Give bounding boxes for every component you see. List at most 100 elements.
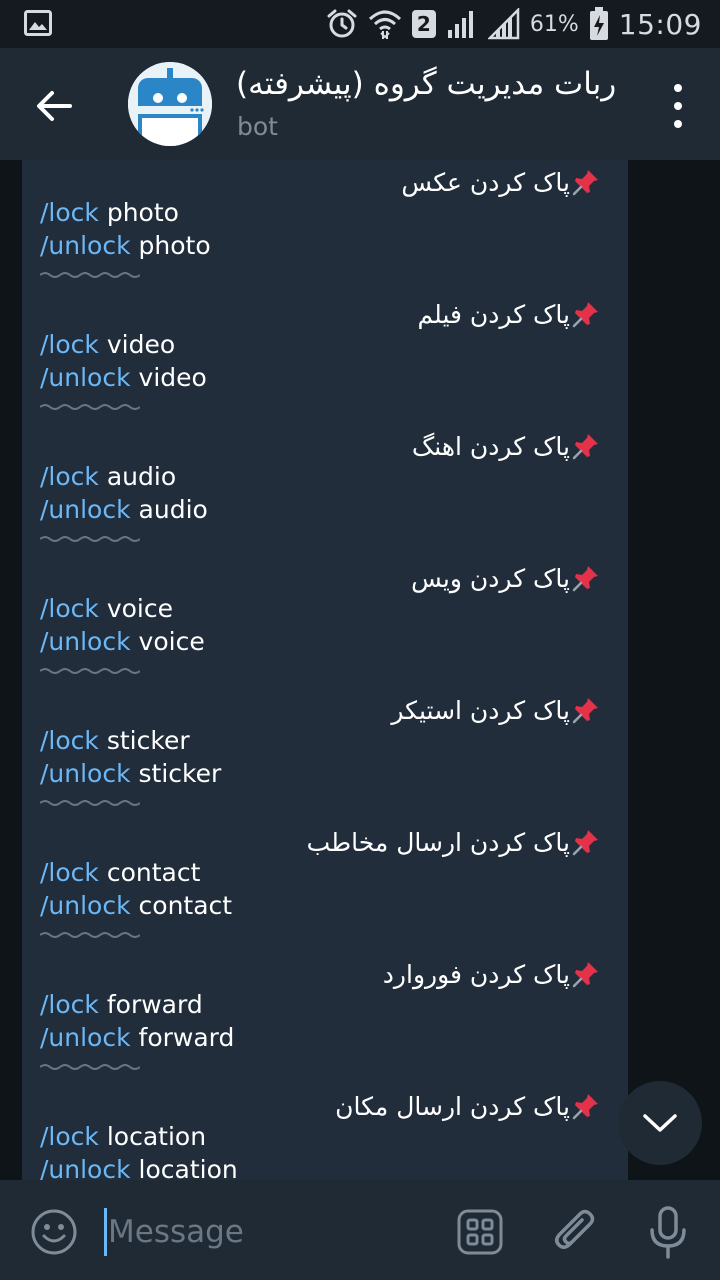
lock-command-link[interactable]: /lock [40,990,99,1019]
command-argument: sticker [138,759,222,788]
chat-title[interactable]: ربات مدیریت گروه (پیشرفته) [236,66,636,102]
command-argument: photo [138,231,211,260]
message-input[interactable] [108,1206,408,1258]
command-section: پاک کردن ویس /lock voice /unlock voice [22,556,628,688]
battery-percentage: 61% [529,11,579,37]
lock-command-line: /lock contact [40,858,200,892]
chat-header: ربات مدیریت گروه (پیشرفته) bot [0,48,720,160]
gallery-notification-icon [24,10,52,36]
section-heading-text: پاک کردن ارسال مخاطب [306,827,570,857]
command-section: پاک کردن استیکر /lock sticker /unlock st… [22,688,628,820]
command-argument: photo [106,198,179,227]
back-button[interactable] [28,80,80,132]
command-argument: audio [138,495,208,524]
lock-command-link[interactable]: /lock [40,594,99,623]
section-heading: پاک کردن عکس [401,164,600,200]
unlock-command-link[interactable]: /unlock [40,891,131,920]
signal-icon-2 [487,8,520,40]
unlock-command-line: /unlock sticker [40,759,221,793]
wavy-divider [40,404,140,410]
section-heading: پاک کردن ویس [411,560,600,596]
unlock-command-link[interactable]: /unlock [40,1023,131,1052]
paperclip-icon[interactable] [552,1206,600,1258]
unlock-command-link[interactable]: /unlock [40,231,131,260]
command-argument: forward [138,1023,235,1052]
unlock-command-link[interactable]: /unlock [40,627,131,656]
wavy-divider [40,668,140,674]
section-heading-text: پاک کردن ویس [411,563,570,593]
section-heading: پاک کردن فوروارد [383,956,600,992]
unlock-command-line: /unlock forward [40,1023,234,1057]
section-heading: پاک کردن ارسال مکان [335,1088,600,1124]
section-heading-text: پاک کردن فیلم [417,299,570,329]
pushpin-icon [572,1094,598,1120]
arrow-back-icon [37,91,72,121]
alarm-icon [327,9,357,38]
command-argument: location [138,1155,238,1180]
section-heading-text: پاک کردن ارسال مکان [335,1091,570,1121]
pushpin-icon [572,566,598,592]
command-argument: contact [106,858,201,887]
scroll-to-bottom-button[interactable] [618,1081,702,1165]
wifi-icon [368,10,401,39]
chat-history[interactable]: پاک کردن عکس /lock photo /unlock photo پ… [0,160,720,1180]
command-section: پاک کردن اهنگ /lock audio /unlock audio [22,424,628,556]
lock-command-line: /lock photo [40,198,179,232]
wavy-divider [40,1064,140,1070]
command-section: پاک کردن ارسال مکان /lock location /unlo… [22,1084,628,1180]
wavy-divider [40,800,140,806]
robot-avatar-icon [128,62,212,146]
command-argument: video [138,363,207,392]
section-heading: پاک کردن استیکر [391,692,600,728]
section-heading: پاک کردن اهنگ [412,428,600,464]
unlock-command-line: /unlock photo [40,231,211,265]
section-heading-text: پاک کردن اهنگ [411,431,570,461]
command-section: پاک کردن فوروارد /lock forward /unlock f… [22,952,628,1084]
section-heading-text: پاک کردن عکس [401,167,570,197]
section-heading-text: پاک کردن فوروارد [382,959,570,989]
chevron-down-icon [643,1114,677,1132]
pushpin-icon [572,434,598,460]
unlock-command-link[interactable]: /unlock [40,363,131,392]
unlock-command-line: /unlock location [40,1155,238,1180]
unlock-command-link[interactable]: /unlock [40,759,131,788]
lock-command-line: /lock video [40,330,175,364]
command-section: پاک کردن ارسال مخاطب /lock contact /unlo… [22,820,628,952]
lock-command-line: /lock sticker [40,726,190,760]
bot-avatar[interactable] [128,62,212,146]
wavy-divider [40,932,140,938]
status-bar: 2 61% 15:09 [0,0,720,48]
menu-dot-icon [674,84,682,92]
lock-command-line: /lock audio [40,462,176,496]
wavy-divider [40,272,140,278]
menu-dot-icon [674,102,682,110]
lock-command-link[interactable]: /lock [40,462,99,491]
lock-command-link[interactable]: /lock [40,1122,99,1151]
section-heading-text: پاک کردن استیکر [391,695,570,725]
emoji-icon[interactable] [30,1208,78,1256]
unlock-command-link[interactable]: /unlock [40,495,131,524]
pushpin-icon [572,698,598,724]
lock-command-line: /lock forward [40,990,203,1024]
command-argument: audio [106,462,177,491]
unlock-command-line: /unlock audio [40,495,208,529]
chat-subtitle: bot [237,112,278,141]
unlock-command-link[interactable]: /unlock [40,1155,131,1180]
lock-command-link[interactable]: /lock [40,198,99,227]
lock-command-link[interactable]: /lock [40,726,99,755]
lock-command-link[interactable]: /lock [40,330,99,359]
microphone-icon[interactable] [646,1206,690,1260]
wavy-divider [40,536,140,542]
more-options-button[interactable] [666,84,690,128]
pushpin-icon [572,170,598,196]
message-bubble[interactable]: پاک کردن عکس /lock photo /unlock photo پ… [22,160,628,1180]
menu-dot-icon [674,120,682,128]
battery-charging-icon [589,7,608,40]
unlock-command-line: /unlock voice [40,627,205,661]
section-heading: پاک کردن ارسال مخاطب [307,824,600,860]
command-section: پاک کردن عکس /lock photo /unlock photo [22,160,628,292]
command-section: پاک کردن فیلم /lock video /unlock video [22,292,628,424]
bot-keyboard-icon[interactable] [456,1208,504,1256]
lock-command-line: /lock voice [40,594,173,628]
lock-command-link[interactable]: /lock [40,858,99,887]
